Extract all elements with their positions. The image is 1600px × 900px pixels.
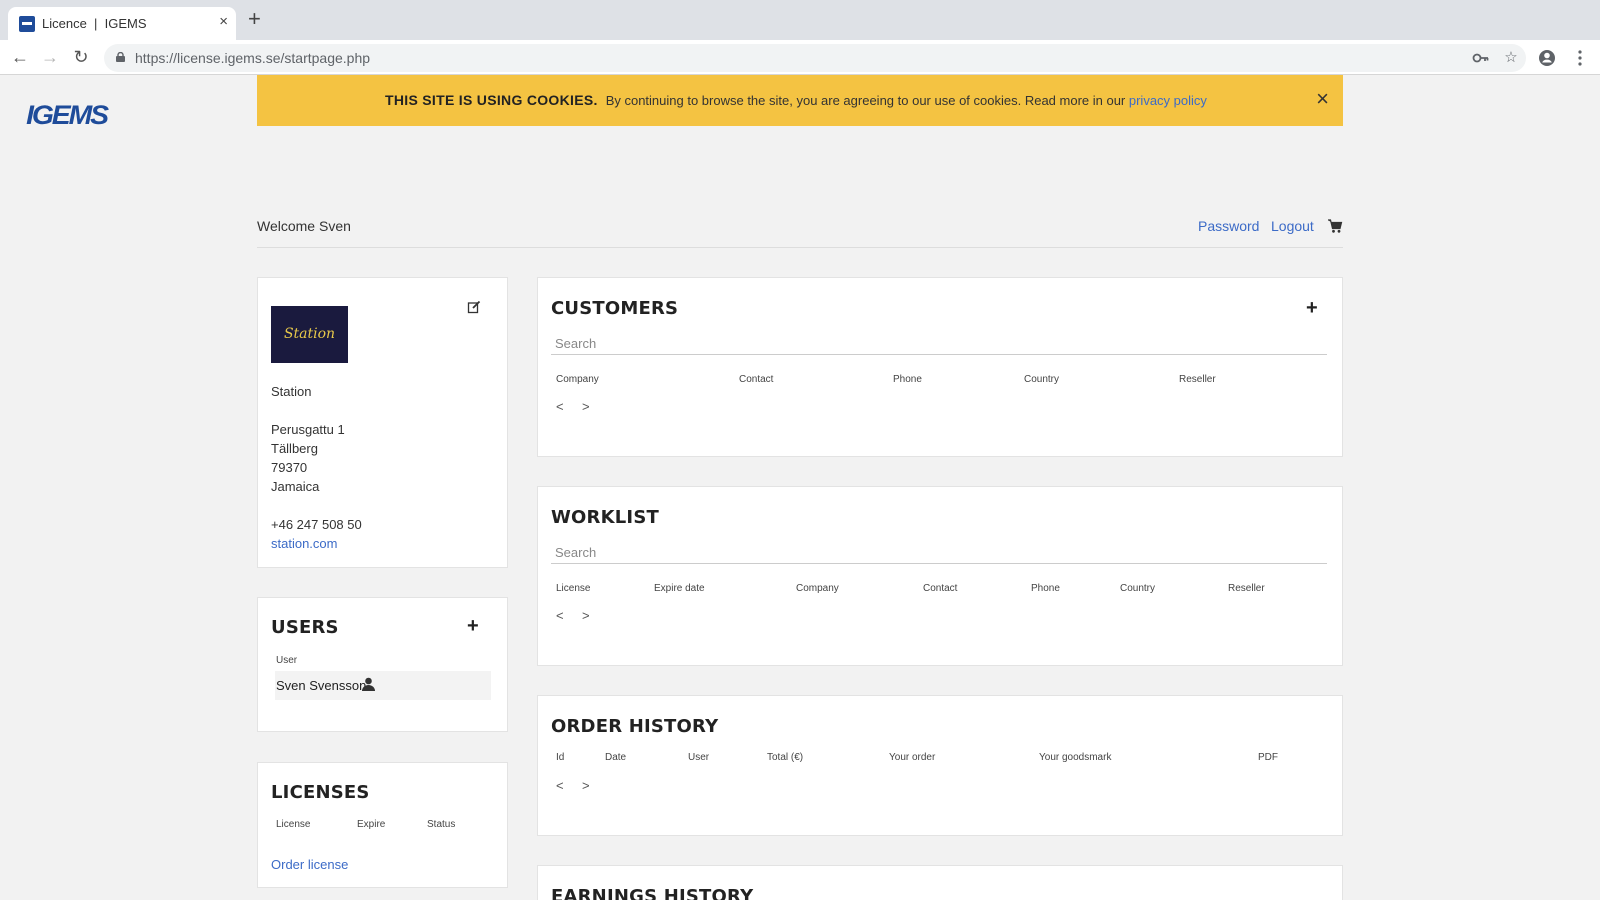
company-zip: 79370 <box>271 460 308 475</box>
licenses-card: LICENSES License Expire Status Order lic… <box>257 762 508 888</box>
password-link[interactable]: Password <box>1198 218 1259 234</box>
logout-link[interactable]: Logout <box>1271 218 1314 234</box>
close-tab-icon[interactable]: × <box>219 13 228 30</box>
licenses-title: LICENSES <box>271 782 370 803</box>
forward-arrow-icon[interactable]: → <box>39 46 61 68</box>
customers-column-country: Country <box>1024 374 1060 385</box>
worklist-column-country: Country <box>1120 583 1156 594</box>
order-column-your-order: Your order <box>889 752 936 763</box>
customers-prev-button[interactable]: < <box>556 399 564 414</box>
order-history-card: ORDER HISTORY Id Date User Total (€) You… <box>537 695 1343 836</box>
company-name: Station <box>271 384 312 399</box>
worklist-column-expire-date: Expire date <box>654 583 705 594</box>
licenses-column-status: Status <box>427 819 456 830</box>
worklist-title: WORKLIST <box>551 507 659 528</box>
worklist-column-license: License <box>556 583 591 594</box>
users-card: USERS + User Sven Svensson <box>257 597 508 732</box>
earnings-history-title: EARNINGS HISTORY <box>551 886 754 900</box>
browser-menu-icon[interactable] <box>1569 47 1591 69</box>
edit-icon[interactable] <box>467 300 481 314</box>
worklist-next-button[interactable]: > <box>582 608 590 623</box>
privacy-policy-link[interactable]: privacy policy <box>1129 93 1207 108</box>
order-column-pdf: PDF <box>1258 752 1278 763</box>
worklist-card: WORKLIST License Expire date Company Con… <box>537 486 1343 666</box>
company-street: Perusgattu 1 <box>271 422 345 437</box>
shopping-cart-icon[interactable] <box>1327 218 1343 234</box>
worklist-column-company: Company <box>796 583 839 594</box>
users-column-user: User <box>276 655 298 666</box>
customers-title: CUSTOMERS <box>551 298 679 319</box>
customers-column-contact: Contact <box>739 374 774 385</box>
tab-title: Licence | IGEMS <box>42 16 147 31</box>
add-customer-button[interactable]: + <box>1306 298 1318 318</box>
customers-search-input[interactable] <box>551 333 1327 355</box>
customers-column-reseller: Reseller <box>1179 374 1216 385</box>
add-user-button[interactable]: + <box>467 616 479 636</box>
cookie-body: By continuing to browse the site, you ar… <box>605 93 1129 108</box>
company-website-link[interactable]: station.com <box>271 536 337 551</box>
address-bar[interactable]: https://license.igems.se/startpage.php ☆ <box>104 44 1526 72</box>
order-history-prev-button[interactable]: < <box>556 778 564 793</box>
user-name: Sven Svensson <box>276 678 367 693</box>
worklist-column-contact: Contact <box>923 583 958 594</box>
customers-next-button[interactable]: > <box>582 399 590 414</box>
order-history-title: ORDER HISTORY <box>551 716 719 737</box>
customers-column-company: Company <box>556 374 599 385</box>
earnings-history-card: EARNINGS HISTORY <box>537 865 1343 900</box>
order-history-next-button[interactable]: > <box>582 778 590 793</box>
order-column-total: Total (€) <box>767 752 804 763</box>
worklist-search-input[interactable] <box>551 542 1327 564</box>
welcome-text: Welcome Sven <box>257 218 351 234</box>
company-card: Station Station Perusgattu 1 Tällberg 79… <box>257 277 508 568</box>
licenses-column-license: License <box>276 819 311 830</box>
browser-tab[interactable]: Licence | IGEMS × <box>8 7 236 40</box>
back-arrow-icon[interactable]: ← <box>9 46 31 68</box>
cookie-banner: THIS SITE IS USING COOKIES. By continuing… <box>257 75 1343 126</box>
cookie-message: THIS SITE IS USING COOKIES. By continuing… <box>385 92 1207 108</box>
igems-favicon-icon <box>19 16 35 32</box>
order-license-link[interactable]: Order license <box>271 857 348 872</box>
cookie-title: THIS SITE IS USING COOKIES. <box>385 92 598 108</box>
order-column-user: User <box>688 752 710 763</box>
header-divider <box>257 247 1343 248</box>
new-tab-button[interactable]: + <box>248 8 261 30</box>
browser-toolbar: ← → ↻ https://license.igems.se/startpage… <box>0 40 1600 75</box>
user-icon <box>362 677 375 691</box>
close-cookie-banner-icon[interactable]: × <box>1316 87 1329 111</box>
company-country: Jamaica <box>271 479 320 494</box>
order-column-date: Date <box>605 752 627 763</box>
bookmark-star-icon[interactable]: ☆ <box>1501 48 1521 68</box>
reload-icon[interactable]: ↻ <box>70 46 92 68</box>
user-row[interactable]: Sven Svensson <box>275 671 491 700</box>
browser-tabstrip: Licence | IGEMS × + <box>0 0 1600 40</box>
worklist-prev-button[interactable]: < <box>556 608 564 623</box>
order-column-your-goodsmark: Your goodsmark <box>1039 752 1112 763</box>
lock-icon <box>116 52 125 62</box>
licenses-column-expire: Expire <box>357 819 386 830</box>
customers-column-phone: Phone <box>893 374 922 385</box>
customers-card: CUSTOMERS + Company Contact Phone Countr… <box>537 277 1343 457</box>
url-text: https://license.igems.se/startpage.php <box>135 50 371 66</box>
order-column-id: Id <box>556 752 565 763</box>
profile-avatar-icon[interactable] <box>1536 47 1558 69</box>
users-title: USERS <box>271 617 339 638</box>
key-icon[interactable] <box>1471 48 1491 68</box>
company-logo: Station <box>271 306 348 363</box>
worklist-column-reseller: Reseller <box>1228 583 1265 594</box>
company-city: Tällberg <box>271 441 318 456</box>
igems-logo[interactable]: IGEMS <box>26 100 109 131</box>
worklist-column-phone: Phone <box>1031 583 1060 594</box>
company-phone: +46 247 508 50 <box>271 517 362 532</box>
